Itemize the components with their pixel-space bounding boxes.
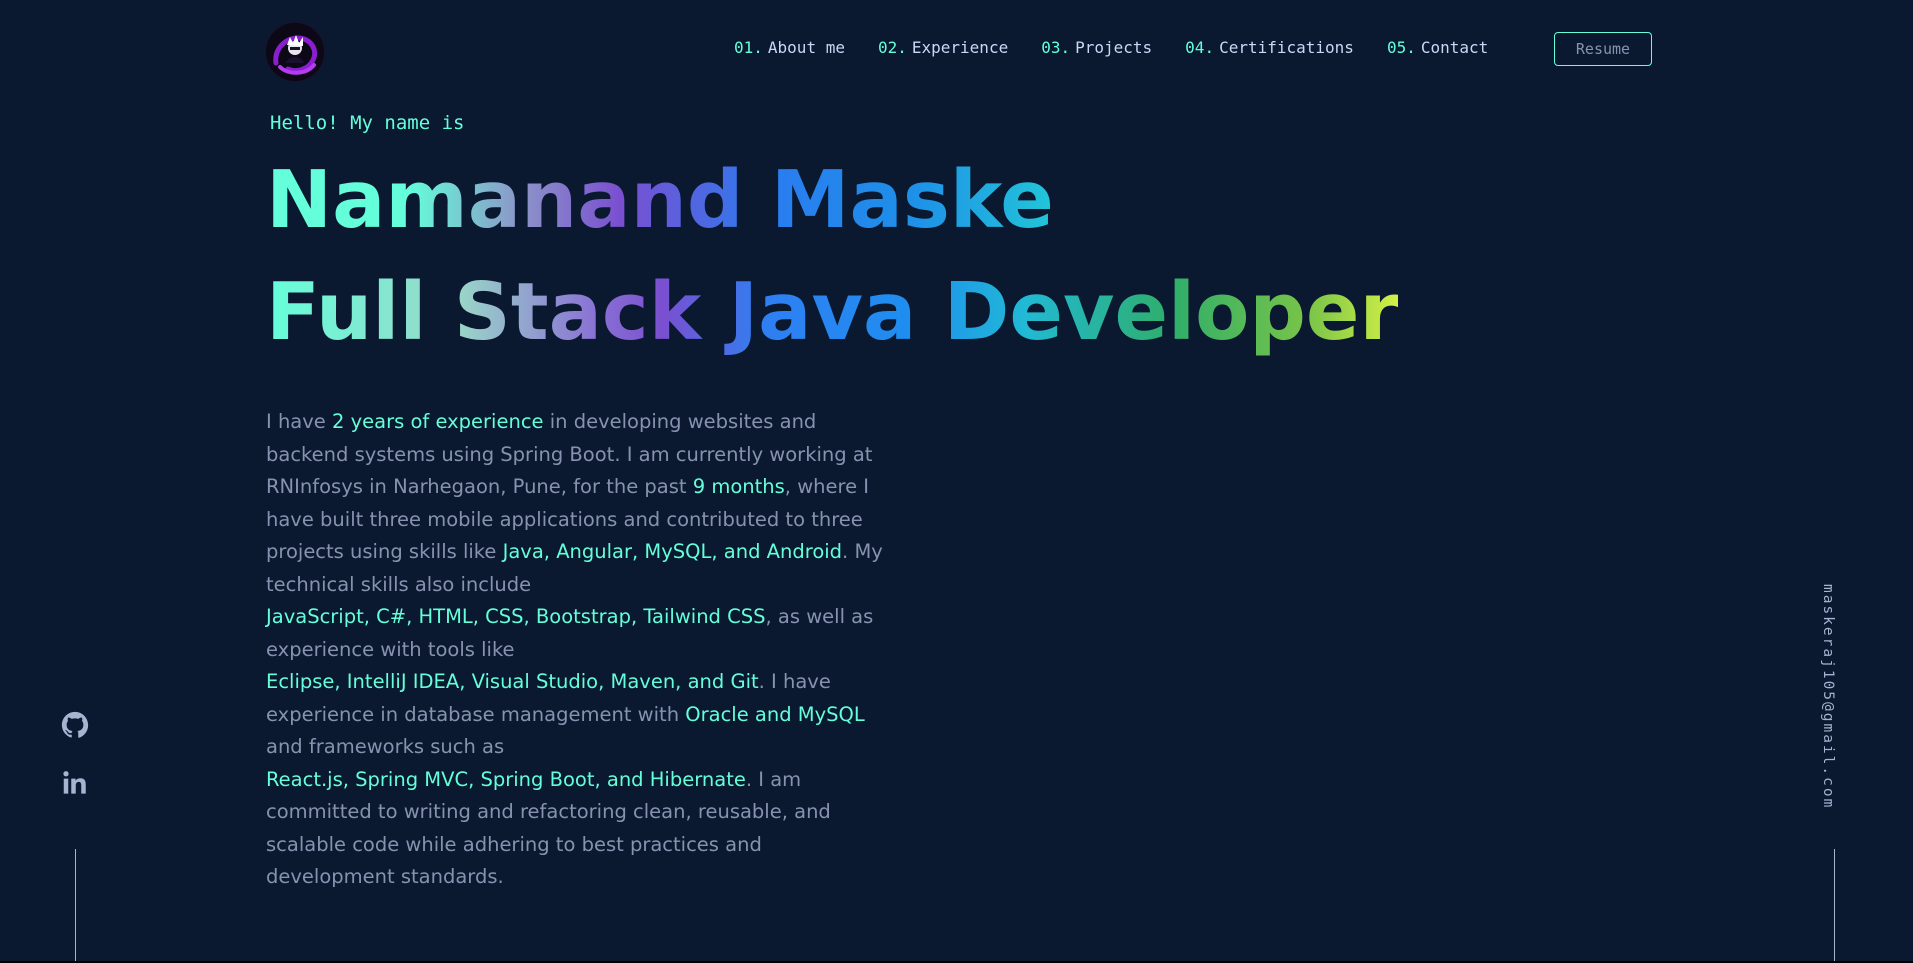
bio-highlight: Oracle and MySQL xyxy=(685,702,865,726)
avatar-logo-icon xyxy=(266,23,324,81)
hero-role: Full Stack Java Developer xyxy=(266,262,1398,362)
nav-item-number: 04. xyxy=(1185,38,1215,57)
github-link[interactable] xyxy=(60,710,90,740)
nav-item-label: About me xyxy=(767,38,845,57)
nav-item-number: 02. xyxy=(877,38,907,57)
avatar-logo[interactable] xyxy=(266,23,324,81)
bio-highlight: 9 months xyxy=(692,475,785,498)
nav-item-label: Certifications xyxy=(1219,38,1354,57)
nav-item-projects[interactable]: 03. Projects xyxy=(1041,38,1152,57)
bio-highlight: 2 years of experience xyxy=(332,410,544,433)
social-links xyxy=(60,710,90,826)
bio-text: and frameworks such as xyxy=(266,735,505,758)
nav-item-contact[interactable]: 05. Contact xyxy=(1387,38,1488,57)
bio-text: I have xyxy=(266,410,332,433)
hero-name: Namanand Maske xyxy=(266,150,1054,250)
nav-item-number: 03. xyxy=(1041,38,1071,57)
nav-item-certifications[interactable]: 04. Certifications xyxy=(1185,38,1354,57)
bio-highlight: Eclipse, IntelliJ IDEA, Visual Studio, M… xyxy=(266,670,759,693)
email-link[interactable]: maskeraj105@gmail.com xyxy=(1808,584,1836,809)
linkedin-link[interactable] xyxy=(60,768,90,798)
nav-item-experience[interactable]: 02. Experience xyxy=(878,38,1008,57)
nav-item-label: Contact xyxy=(1420,38,1489,57)
left-rail-line xyxy=(75,849,76,961)
hero-bio: I have 2 years of experience in developi… xyxy=(266,406,896,894)
github-icon xyxy=(61,711,89,738)
nav-item-number: 01. xyxy=(734,38,763,57)
linkedin-icon xyxy=(63,771,86,794)
nav-item-about[interactable]: 01. About me xyxy=(734,38,845,57)
nav-item-label: Projects xyxy=(1075,38,1153,57)
resume-button[interactable]: Resume xyxy=(1554,32,1652,66)
bio-highlight: JavaScript, C#, HTML, CSS, Bootstrap, Ta… xyxy=(266,605,766,628)
main-nav: 01. About me 02. Experience 03. Projects… xyxy=(734,38,1521,57)
bio-highlight: Java, Angular, MySQL, and Android xyxy=(502,540,843,563)
bio-highlight: React.js, Spring MVC, Spring Boot, and H… xyxy=(266,767,746,791)
right-rail-line xyxy=(1834,849,1835,961)
hero-greeting: Hello! My name is xyxy=(270,112,465,134)
nav-item-number: 05. xyxy=(1386,38,1416,57)
nav-item-label: Experience xyxy=(911,38,1009,57)
